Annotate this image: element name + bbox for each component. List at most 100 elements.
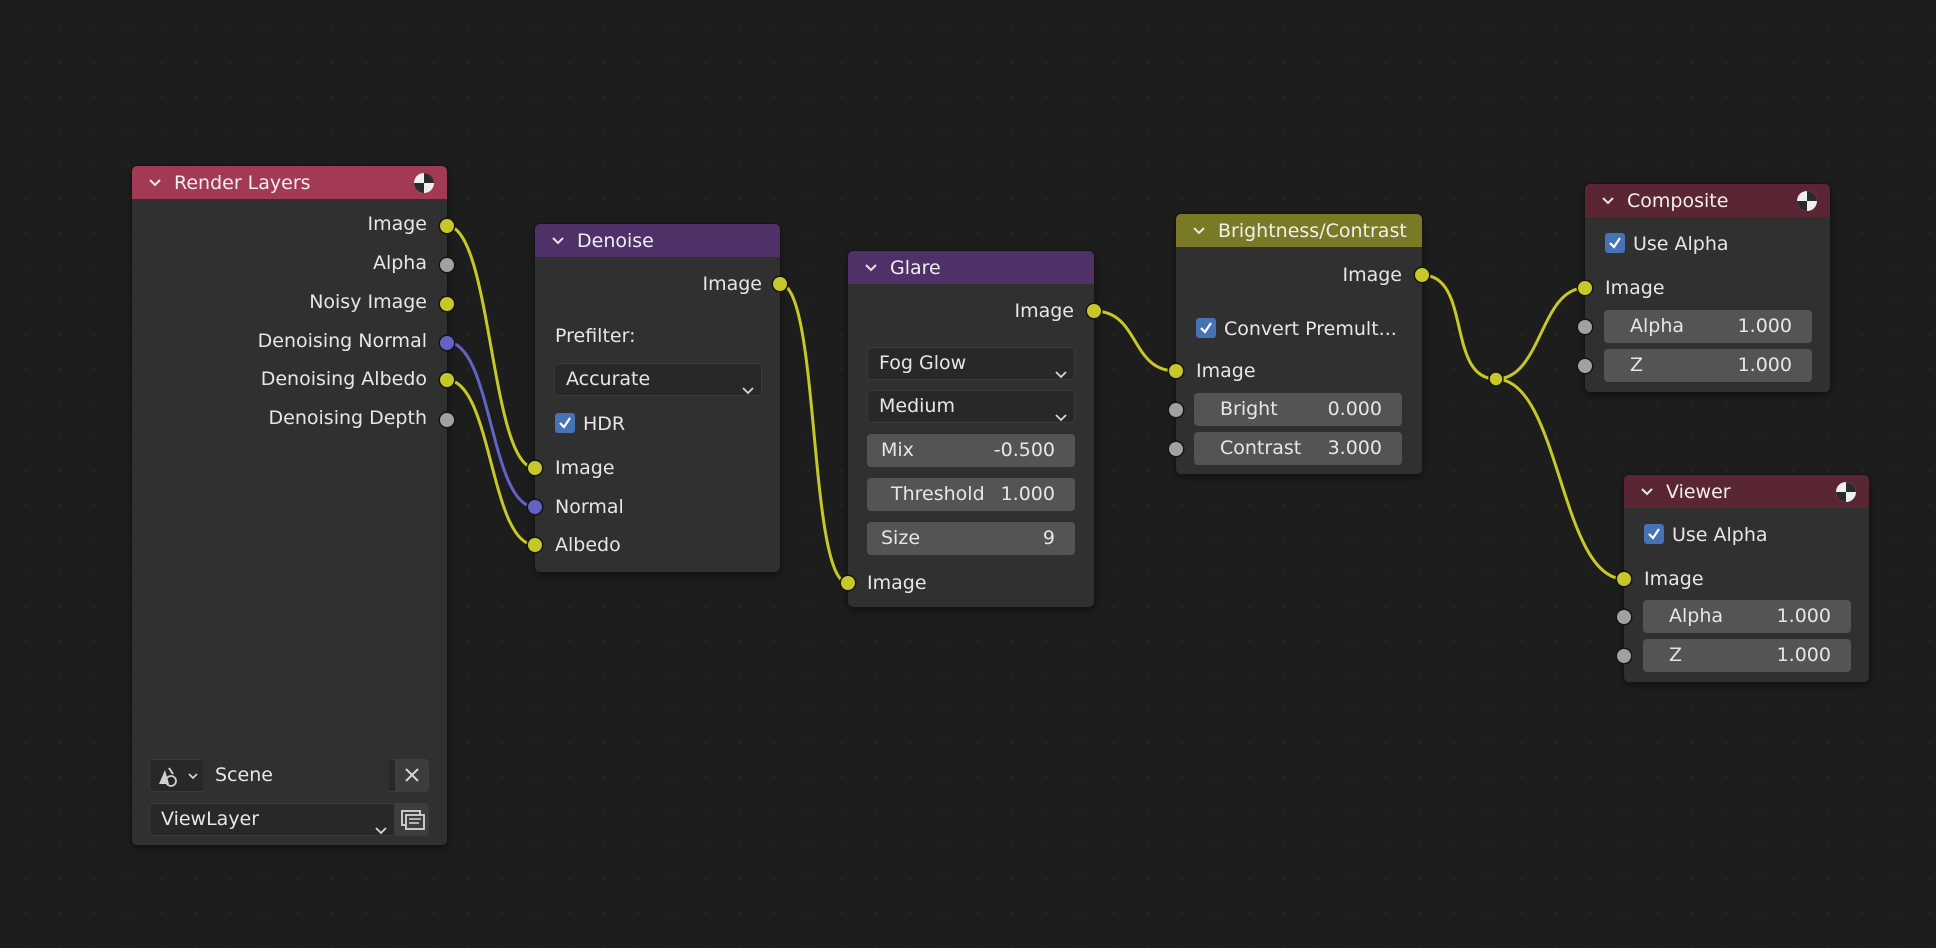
socket-input-image[interactable] [528,461,542,475]
node-denoise[interactable]: Denoise Image Prefilter: Accurate HDR Im… [528,224,787,572]
node-brightness-contrast[interactable]: Brightness/Contrast Image Convert Premul… [1169,214,1429,474]
z-field[interactable]: Z 1.000 [1604,349,1812,382]
node-title: Denoise [577,229,654,252]
chevron-down-icon[interactable] [1640,485,1654,499]
quality-value: Medium [879,395,955,417]
socket-input-image[interactable] [1617,572,1631,586]
socket-input-alpha[interactable] [1617,610,1631,624]
checkmark-icon[interactable] [555,413,575,433]
socket-output-image[interactable] [773,277,787,291]
render-result-icon[interactable] [413,172,435,194]
scene-name-text: Scene [215,764,273,786]
node-header[interactable]: Render Layers [132,166,447,199]
checkmark-icon[interactable] [1605,233,1625,253]
node-composite[interactable]: Composite Use Alpha Image Alpha 1.000 Z … [1578,184,1830,392]
node-header[interactable]: Glare [848,251,1094,284]
mix-label: Mix [881,439,914,461]
checkmark-icon[interactable] [1196,318,1216,338]
chevron-down-icon[interactable] [551,234,565,248]
alpha-field[interactable]: Alpha 1.000 [1643,600,1851,633]
size-label: Size [881,527,921,549]
threshold-value: 1.000 [1000,483,1055,505]
use-alpha-label: Use Alpha [1633,233,1729,255]
chevron-down-icon[interactable] [864,261,878,275]
use-alpha-label: Use Alpha [1672,524,1768,546]
threshold-field[interactable]: Threshold 1.000 [867,478,1075,511]
prefilter-value: Accurate [566,368,651,390]
contrast-value: 3.000 [1327,437,1382,459]
view-layer-value: ViewLayer [161,808,260,830]
scene-icon[interactable] [155,764,201,788]
checkmark-icon[interactable] [1644,524,1664,544]
render-result-icon[interactable] [1796,190,1818,212]
socket-output-denoising-normal[interactable] [440,336,454,350]
alpha-value: 1.000 [1776,605,1831,627]
alpha-label: Alpha [1669,605,1724,627]
input-image-label: Image [1196,360,1256,382]
output-noisy-image-label: Noisy Image [309,291,427,313]
view-layer-icon[interactable] [395,803,429,836]
socket-input-z[interactable] [1578,359,1592,373]
node-title: Render Layers [174,171,311,194]
node-header[interactable]: Viewer [1624,475,1869,508]
glare-type-value: Fog Glow [879,352,967,374]
size-field[interactable]: Size 9 [867,522,1075,555]
z-field[interactable]: Z 1.000 [1643,639,1851,672]
node-header[interactable]: Brightness/Contrast [1176,214,1422,247]
contrast-label: Contrast [1220,437,1302,459]
socket-input-image[interactable] [1169,364,1183,378]
input-image-label: Image [1605,277,1665,299]
node-title: Composite [1627,189,1729,212]
socket-output-denoising-albedo[interactable] [440,373,454,387]
socket-input-image[interactable] [1578,281,1592,295]
glare-type-dropdown[interactable]: Fog Glow [867,347,1075,380]
socket-output-alpha[interactable] [440,258,454,272]
node-title: Glare [890,256,941,279]
node-title: Viewer [1666,480,1731,503]
socket-output-denoising-depth[interactable] [440,413,454,427]
socket-output-image[interactable] [1087,304,1101,318]
node-title: Brightness/Contrast [1218,219,1407,242]
chevron-down-icon[interactable] [148,176,162,190]
output-denoising-depth-label: Denoising Depth [268,407,427,429]
socket-input-alpha[interactable] [1578,320,1592,334]
socket-input-bright[interactable] [1169,403,1183,417]
node-render-layers[interactable]: Render Layers Image Alpha Noisy Image De… [132,166,454,845]
mix-value: -0.500 [993,439,1055,461]
prefilter-dropdown[interactable]: Accurate [554,363,762,396]
mix-field[interactable]: Mix -0.500 [867,434,1075,467]
scene-selector[interactable]: Scene [149,759,429,792]
socket-input-image[interactable] [841,576,855,590]
output-image-label: Image [1342,264,1402,286]
node-glare[interactable]: Glare Image Fog Glow Medium Mix -0.500 T… [841,251,1101,607]
view-layer-dropdown[interactable]: ViewLayer [149,803,395,836]
node-header[interactable]: Denoise [535,224,780,257]
alpha-field[interactable]: Alpha 1.000 [1604,310,1812,343]
input-image-label: Image [867,572,927,594]
socket-input-contrast[interactable] [1169,442,1183,456]
socket-input-z[interactable] [1617,649,1631,663]
socket-input-normal[interactable] [528,500,542,514]
quality-dropdown[interactable]: Medium [867,390,1075,423]
input-image-label: Image [1644,568,1704,590]
chevron-down-icon[interactable] [1192,224,1206,238]
output-image-label: Image [1014,300,1074,322]
close-icon[interactable] [395,759,429,792]
node-header[interactable]: Composite [1585,184,1830,217]
socket-output-image[interactable] [1415,268,1429,282]
socket-output-image[interactable] [440,219,454,233]
contrast-field[interactable]: Contrast 3.000 [1194,432,1402,465]
output-image-label: Image [367,213,427,235]
node-viewer[interactable]: Viewer Use Alpha Image Alpha 1.000 Z 1.0… [1617,475,1869,682]
socket-input-albedo[interactable] [528,538,542,552]
chevron-down-icon[interactable] [1601,194,1615,208]
output-denoising-normal-label: Denoising Normal [257,330,427,352]
bright-label: Bright [1220,398,1278,420]
z-value: 1.000 [1737,354,1792,376]
socket-output-noisy-image[interactable] [440,297,454,311]
size-value: 9 [1042,527,1055,549]
bright-field[interactable]: Bright 0.000 [1194,393,1402,426]
output-image-label: Image [702,273,762,295]
alpha-label: Alpha [1630,315,1685,337]
render-result-icon[interactable] [1835,481,1857,503]
